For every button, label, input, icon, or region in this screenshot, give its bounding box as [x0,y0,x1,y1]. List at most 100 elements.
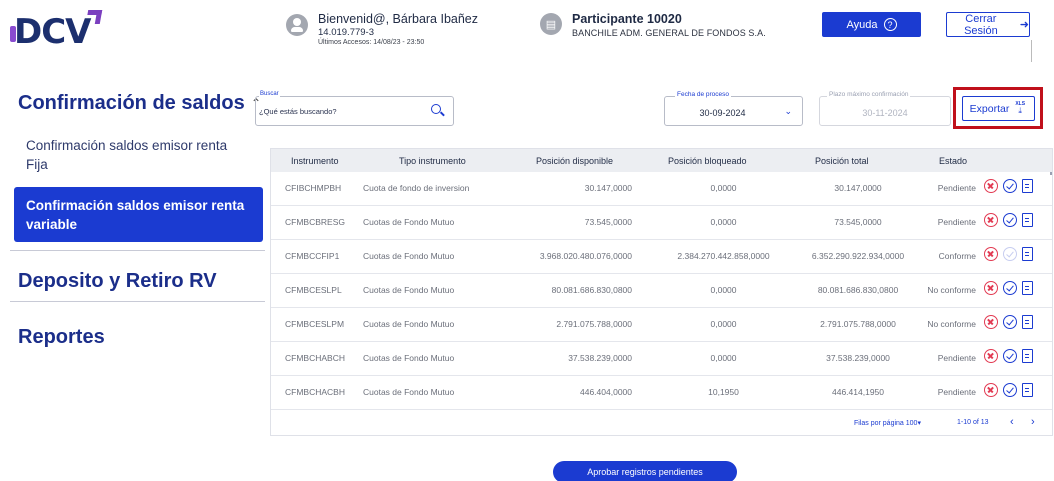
approve-icon[interactable] [1003,383,1017,397]
cell-disponible: 73.545,0000 [584,217,632,227]
pagination-range: 1-10 of 13 [957,419,989,426]
cell-estado: Pendiente [937,353,976,363]
cell-tipo: Cuota de fondo de inversion [363,183,470,193]
approve-icon[interactable] [1003,213,1017,227]
table-row: CFMBCESLPM Cuotas de Fondo Mutuo 2.791.0… [271,308,1052,342]
reject-icon[interactable] [984,179,998,193]
cell-tipo: Cuotas de Fondo Mutuo [363,217,455,227]
sidebar-item-renta-fija[interactable]: Confirmación saldos emisor renta Fija [26,136,246,174]
cell-tipo: Cuotas de Fondo Mutuo [363,387,455,397]
cell-bloqueado: 0,0000 [710,319,737,329]
search-label: Buscar [259,91,280,97]
approve-icon[interactable] [1003,179,1017,193]
reject-icon[interactable] [984,349,998,363]
reject-icon[interactable] [984,383,998,397]
cell-disponible: 80.081.686.830,0800 [551,285,632,295]
approve-icon [1003,247,1017,261]
process-date-value: 30-09-2024 [699,108,746,118]
cell-bloqueado: 0,0000 [710,183,737,193]
cell-tipo: Cuotas de Fondo Mutuo [363,319,455,329]
table-row: CFIBCHMPBH Cuota de fondo de inversion 3… [271,172,1052,206]
chevron-right-icon[interactable]: › [1031,416,1035,428]
col-instrumento[interactable]: Instrumento [291,156,339,166]
cell-instrumento: CFMBCBRESG [285,217,345,227]
sidebar-item-renta-variable[interactable]: Confirmación saldos emisor renta variabl… [14,187,263,242]
cell-estado: Pendiente [937,217,976,227]
cell-instrumento: CFMBCESLPL [285,285,342,295]
sidebar-divider [10,250,265,251]
reject-icon[interactable] [984,247,998,261]
col-bloqueado[interactable]: Posición bloqueado [668,156,747,166]
user-info: Bienvenid@, Bárbara Ibañez 14.019.779-3 … [286,12,478,46]
document-icon[interactable] [1022,349,1033,363]
approve-icon[interactable] [1003,315,1017,329]
cell-tipo: Cuotas de Fondo Mutuo [363,251,455,261]
download-xls-icon: XLS ⤓ [1015,100,1026,115]
cell-estado: Conforme [938,251,976,261]
logo-accent-arrow [85,10,102,24]
participant-info: ▤ Participante 10020 BANCHILE ADM. GENER… [540,12,766,38]
search-input[interactable] [259,107,419,116]
building-icon: ▤ [540,13,562,35]
cell-instrumento: CFMBCHABCH [285,353,345,363]
logout-button[interactable]: Cerrar Sesión ➜ [946,12,1030,37]
reject-icon[interactable] [984,213,998,227]
cell-instrumento: CFIBCHMPBH [285,183,342,193]
col-total[interactable]: Posición total [815,156,869,166]
col-estado[interactable]: Estado [939,156,967,166]
table-row: CFMBCBRESG Cuotas de Fondo Mutuo 73.545,… [271,206,1052,240]
export-button[interactable]: Exportar XLS ⤓ [962,96,1035,121]
reject-icon[interactable] [984,315,998,329]
cell-bloqueado: 10,1950 [708,387,739,397]
process-date-select[interactable]: Fecha de proceso 30-09-2024 ⌄ [664,91,803,126]
logout-icon: ➜ [1019,19,1029,31]
sidebar-section-title[interactable]: Confirmación de saldos [18,92,245,115]
document-icon[interactable] [1022,179,1033,193]
table-row: CFMBCESLPL Cuotas de Fondo Mutuo 80.081.… [271,274,1052,308]
cell-tipo: Cuotas de Fondo Mutuo [363,285,455,295]
search-box[interactable]: Buscar [255,91,454,126]
divider [1031,40,1032,62]
cell-estado: No conforme [927,319,976,329]
chevron-down-icon[interactable]: ⌄ [784,106,792,117]
rows-per-page[interactable]: Filas por página 100▾ [854,419,921,427]
participant-name: BANCHILE ADM. GENERAL DE FONDOS S.A. [572,28,766,38]
cell-instrumento: CFMBCESLPM [285,319,345,329]
document-icon[interactable] [1022,315,1033,329]
reject-icon[interactable] [984,281,998,295]
cell-bloqueado: 0,0000 [710,217,737,227]
export-label: Exportar [969,102,1010,115]
cell-instrumento: CFMBCCFIP1 [285,251,340,261]
table-header: Instrumento Tipo instrumento Posición di… [271,149,1052,172]
user-avatar-icon [286,14,308,36]
help-button[interactable]: Ayuda? [822,12,921,37]
logo-accent-bar [10,26,16,42]
cell-estado: No conforme [927,285,976,295]
document-icon[interactable] [1022,383,1033,397]
max-confirmation-label: Plazo máximo confirmación [827,91,911,98]
search-icon[interactable] [431,104,441,114]
cell-estado: Pendiente [937,387,976,397]
approve-icon[interactable] [1003,349,1017,363]
sidebar-item-deposito-retiro[interactable]: Deposito y Retiro RV [18,270,217,293]
col-tipo[interactable]: Tipo instrumento [399,156,466,166]
document-icon[interactable] [1022,247,1033,261]
table-row: CFMBCHABCH Cuotas de Fondo Mutuo 37.538.… [271,342,1052,376]
approve-pending-button[interactable]: Aprobar registros pendientes [553,461,737,481]
sidebar-item-reportes[interactable]: Reportes [18,326,105,349]
sidebar-divider [10,301,265,302]
process-date-label: Fecha de proceso [675,91,732,98]
max-confirmation-date-field: Plazo máximo confirmación 30-11-2024 [819,91,951,126]
scrollbar[interactable] [1050,172,1052,175]
approve-icon[interactable] [1003,281,1017,295]
cell-disponible: 3.968.020.480.076,0000 [539,251,632,261]
chevron-left-icon[interactable]: ‹ [1010,416,1014,428]
last-access: Últimos Accesos: 14/08/23 - 23:50 [318,39,425,46]
col-disponible[interactable]: Posición disponible [536,156,613,166]
document-icon[interactable] [1022,213,1033,227]
dcv-logo[interactable]: DCV [10,10,102,52]
document-icon[interactable] [1022,281,1033,295]
table-row: CFMBCCFIP1 Cuotas de Fondo Mutuo 3.968.0… [271,240,1052,274]
cell-bloqueado: 0,0000 [710,285,737,295]
cell-disponible: 30.147,0000 [584,183,632,193]
